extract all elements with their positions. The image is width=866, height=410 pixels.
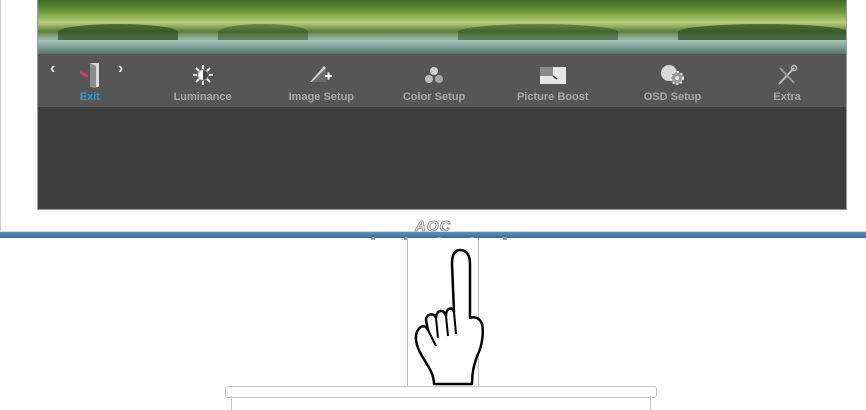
brightness-icon [192, 60, 214, 90]
osd-item-label: Luminance [173, 91, 232, 103]
exit-door-icon [78, 60, 102, 90]
front-button-5[interactable] [503, 237, 507, 240]
color-setup-icon [423, 60, 445, 90]
osd-item-label: Color Setup [402, 91, 466, 103]
osd-item-label: OSD Setup [643, 91, 702, 103]
landscape-image [38, 0, 846, 54]
image-setup-icon [308, 60, 334, 90]
osd-item-picture-boost[interactable]: Picture Boost [489, 54, 617, 107]
osd-item-osd-setup[interactable]: OSD Setup [617, 54, 729, 107]
front-button-1[interactable] [371, 237, 375, 240]
monitor-bezel: ‹ › Exit Luminance Image Setup Color Set… [0, 0, 866, 232]
picture-boost-icon [539, 60, 567, 90]
osd-item-label: Image Setup [288, 91, 355, 103]
osd-item-exit[interactable]: ‹ › Exit [38, 54, 142, 107]
osd-menu-bar: ‹ › Exit Luminance Image Setup Color Set… [38, 54, 846, 107]
osd-item-luminance[interactable]: Luminance [142, 54, 264, 107]
osd-item-color-setup[interactable]: Color Setup [379, 54, 489, 107]
osd-item-image-setup[interactable]: Image Setup [263, 54, 379, 107]
osd-setup-icon [658, 60, 686, 90]
osd-item-label: Exit [79, 91, 100, 103]
extra-tools-icon [775, 60, 799, 90]
chevron-right-icon[interactable]: › [118, 60, 123, 78]
osd-item-label: Picture Boost [516, 91, 589, 103]
chevron-left-icon[interactable]: ‹ [50, 60, 55, 78]
pointing-hand-icon [412, 246, 492, 391]
monitor-screen: ‹ › Exit Luminance Image Setup Color Set… [37, 0, 847, 210]
osd-item-extra[interactable]: Extra [728, 54, 846, 107]
osd-item-label: Extra [773, 91, 801, 103]
